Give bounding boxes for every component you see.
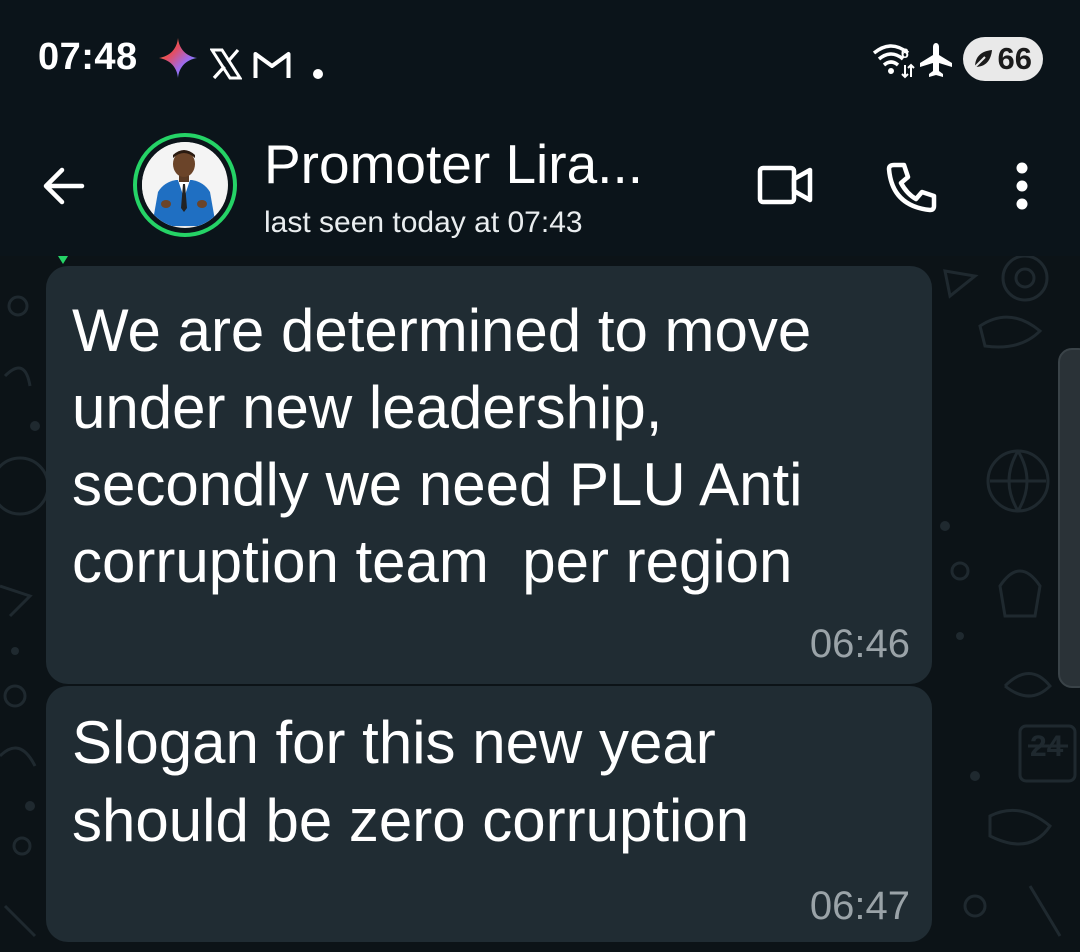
x-icon bbox=[210, 48, 242, 80]
message-text-line: We are determined to move bbox=[72, 297, 812, 364]
battery-indicator: 66 bbox=[963, 37, 1043, 81]
video-call-icon[interactable] bbox=[756, 162, 814, 208]
back-arrow-icon[interactable] bbox=[38, 160, 90, 212]
person-silhouette-icon bbox=[142, 142, 226, 226]
svg-text:24: 24 bbox=[1030, 730, 1064, 763]
dot-icon bbox=[313, 69, 323, 79]
battery-level: 66 bbox=[997, 41, 1032, 76]
message-text-line: Slogan for this new year bbox=[72, 709, 716, 776]
svg-text:6: 6 bbox=[901, 45, 909, 61]
status-bar: 07:48 6 66 bbox=[0, 0, 1080, 118]
message-timestamp: 06:46 bbox=[809, 622, 910, 666]
voice-call-icon[interactable] bbox=[884, 160, 938, 214]
gmail-icon bbox=[253, 52, 291, 78]
prev-bubble-edge bbox=[58, 256, 68, 264]
last-seen-status: last seen today at 07:43 bbox=[264, 206, 583, 239]
battery-saver-icon bbox=[974, 50, 992, 68]
fast-scroll-thumb[interactable] bbox=[1058, 348, 1080, 688]
more-options-icon[interactable] bbox=[1008, 160, 1036, 212]
message-bubble[interactable]: We are determined to move under new lead… bbox=[46, 266, 932, 684]
gemini-sparkle-icon bbox=[158, 38, 198, 78]
contact-name[interactable]: Promoter Lira... bbox=[264, 132, 643, 196]
wifi-icon: 6 bbox=[872, 44, 915, 79]
message-text-line: secondly we need PLU Anti bbox=[72, 451, 803, 518]
message-timestamp: 06:47 bbox=[809, 884, 910, 928]
chat-header: Promoter Lira... last seen today at 07:4… bbox=[0, 118, 1080, 256]
airplane-icon bbox=[920, 43, 952, 77]
message-text-line: should be zero corruption bbox=[72, 787, 750, 854]
message-text-line: corruption team per region bbox=[72, 528, 793, 595]
whatsapp-chat-screen: 07:48 6 66 Promoter Lira... last seen to… bbox=[0, 0, 1080, 952]
contact-avatar[interactable] bbox=[133, 133, 237, 237]
status-time: 07:48 bbox=[38, 36, 138, 78]
chat-messages-area[interactable]: 24 We are determined to move under new l… bbox=[0, 256, 1080, 952]
avatar-photo bbox=[142, 142, 228, 228]
message-text-line: under new leadership, bbox=[72, 374, 663, 441]
message-bubble[interactable]: Slogan for this new year should be zero … bbox=[46, 686, 932, 942]
